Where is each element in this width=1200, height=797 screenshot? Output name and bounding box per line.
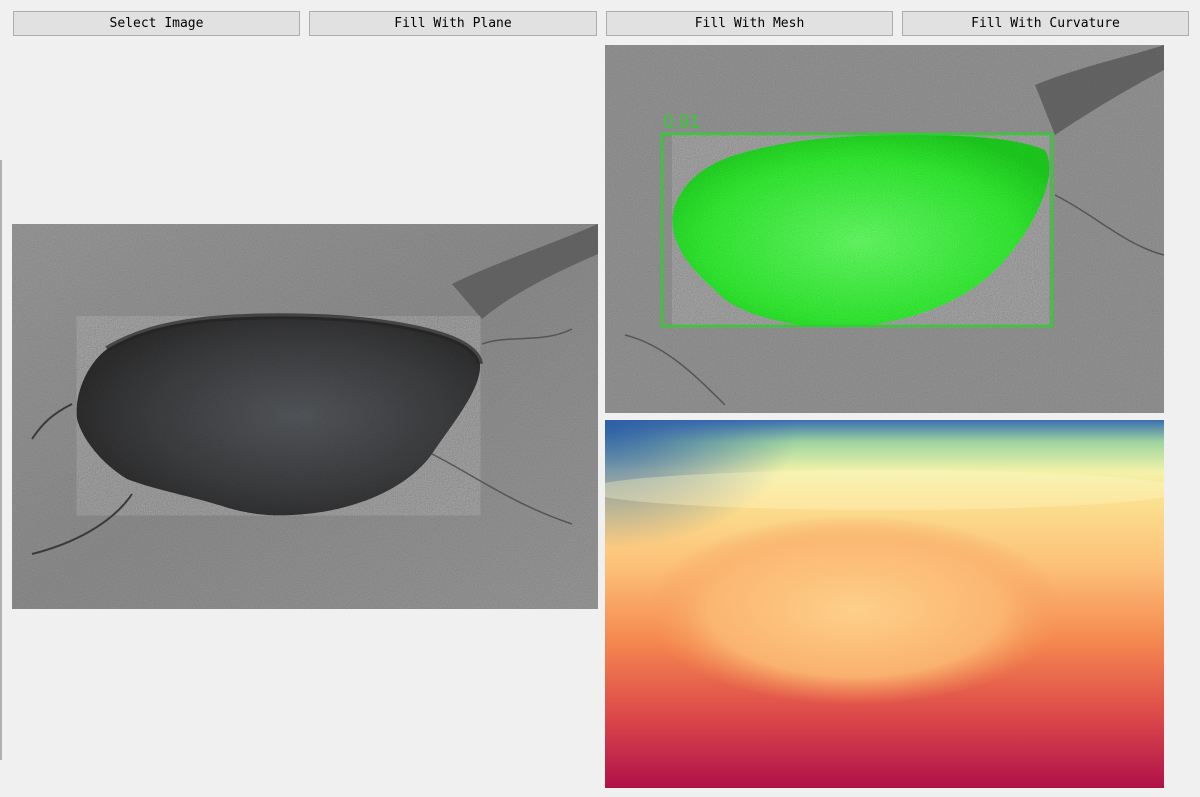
depth-map-panel bbox=[605, 420, 1164, 788]
app-window: Select Image Fill With Plane Fill With M… bbox=[0, 0, 1200, 797]
detection-confidence-label: 0.91 bbox=[663, 112, 700, 133]
select-image-button[interactable]: Select Image bbox=[13, 11, 300, 36]
original-image-panel bbox=[12, 224, 598, 609]
detection-result-image: 0.91 bbox=[605, 45, 1164, 413]
fill-with-curvature-button[interactable]: Fill With Curvature bbox=[902, 11, 1189, 36]
original-pothole-image bbox=[12, 224, 598, 609]
detection-result-panel: 0.91 bbox=[605, 45, 1164, 413]
depth-map-image bbox=[605, 420, 1164, 788]
fill-with-plane-button[interactable]: Fill With Plane bbox=[309, 11, 597, 36]
window-edge bbox=[0, 160, 2, 760]
fill-with-mesh-button[interactable]: Fill With Mesh bbox=[606, 11, 893, 36]
